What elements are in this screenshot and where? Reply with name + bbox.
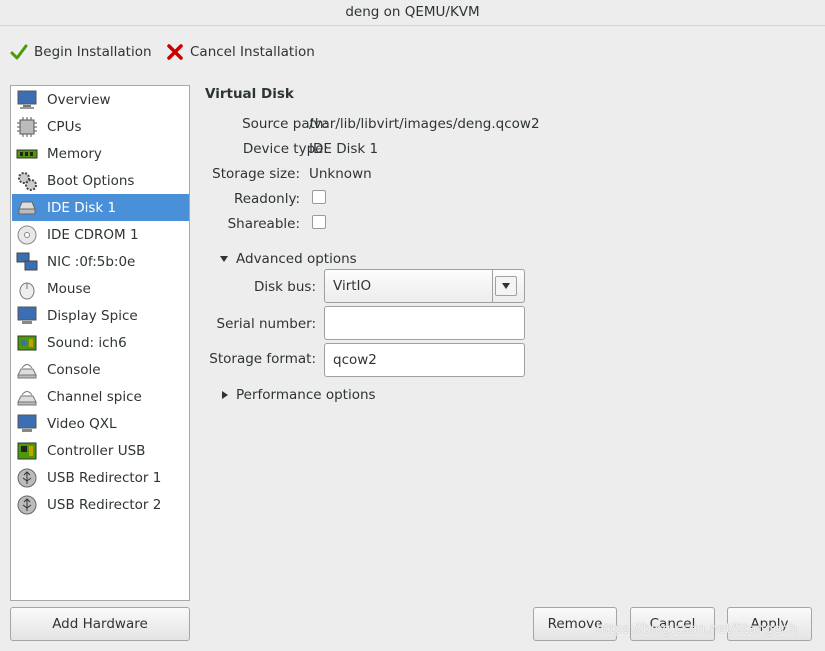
- cdrom-icon: [15, 224, 39, 246]
- mouse-icon: [15, 278, 39, 300]
- controller-icon: [15, 440, 39, 462]
- hardware-item-channel-spice[interactable]: Channel spice: [12, 383, 189, 410]
- hardware-item-label: Mouse: [47, 280, 91, 297]
- begin-installation-label: Begin Installation: [34, 44, 152, 60]
- hardware-item-label: Overview: [47, 91, 111, 108]
- window-title: deng on QEMU/KVM: [0, 0, 825, 26]
- disk-bus-label: Disk bus:: [254, 279, 316, 295]
- watermark: https://blog.csdn.net/Stanger.h: [596, 622, 798, 637]
- hardware-item-label: USB Redirector 1: [47, 469, 162, 486]
- monitor-icon: [15, 89, 39, 111]
- readonly-checkbox[interactable]: [312, 190, 326, 204]
- hardware-item-label: USB Redirector 2: [47, 496, 162, 513]
- add-hardware-button[interactable]: Add Hardware: [10, 607, 190, 641]
- hardware-item-label: Sound: ich6: [47, 334, 127, 351]
- performance-options-expander[interactable]: Performance options: [222, 387, 376, 403]
- serial-number-label: Serial number:: [216, 316, 317, 332]
- readonly-label: Readonly:: [233, 191, 300, 207]
- expander-right-icon: [222, 391, 228, 399]
- toolbar: Begin Installation Cancel Installation: [0, 36, 825, 66]
- hardware-item-video-qxl[interactable]: Video QXL: [12, 410, 189, 437]
- console-icon: [15, 359, 39, 381]
- hardware-item-label: Channel spice: [47, 388, 142, 405]
- begin-installation-button[interactable]: Begin Installation: [10, 40, 152, 64]
- hardware-item-label: Memory: [47, 145, 102, 162]
- network-icon: [15, 251, 39, 273]
- chevron-down-icon[interactable]: [495, 276, 517, 296]
- sound-icon: [15, 332, 39, 354]
- storage-size-label-text: Storage size:: [212, 166, 300, 182]
- device-type-label: Device type:: [242, 141, 328, 157]
- usb-icon: [15, 467, 39, 489]
- hardware-item-controller-usb[interactable]: Controller USB: [12, 437, 189, 464]
- hardware-list: Overview CPUs Memory Boot Options IDE Di…: [10, 85, 190, 601]
- advanced-options-label: Advanced options: [236, 251, 357, 267]
- cpu-icon: [15, 116, 39, 138]
- hardware-item-label: NIC :0f:5b:0e: [47, 253, 136, 270]
- storage-format-field[interactable]: qcow2: [324, 343, 525, 377]
- source-path-label: Source path:: [242, 116, 328, 132]
- shareable-checkbox[interactable]: [312, 215, 326, 229]
- hardware-item-nic[interactable]: NIC :0f:5b:0e: [12, 248, 189, 275]
- combo-separator: [492, 270, 493, 302]
- usb-icon: [15, 494, 39, 516]
- source-path-value: /var/lib/libvirt/images/deng.qcow2: [309, 116, 540, 132]
- hardware-item-label: CPUs: [47, 118, 82, 135]
- hardware-item-label: Video QXL: [47, 415, 117, 432]
- disk-bus-value: VirtIO: [333, 278, 372, 294]
- disk-bus-combo[interactable]: VirtIO: [324, 269, 525, 303]
- expander-down-icon: [220, 256, 228, 262]
- cancel-installation-button[interactable]: Cancel Installation: [166, 40, 315, 64]
- shareable-label: Shareable:: [227, 216, 300, 232]
- hardware-item-usb-redirector-1[interactable]: USB Redirector 1: [12, 464, 189, 491]
- hardware-item-label: Controller USB: [47, 442, 146, 459]
- performance-options-label: Performance options: [236, 387, 376, 403]
- video-icon: [15, 413, 39, 435]
- display-icon: [15, 305, 39, 327]
- disk-icon: [15, 197, 39, 219]
- virtual-disk-title: Virtual Disk: [205, 86, 294, 102]
- hardware-item-overview[interactable]: Overview: [12, 86, 189, 113]
- memory-icon: [15, 143, 39, 165]
- serial-number-field[interactable]: [324, 306, 525, 340]
- cancel-installation-label: Cancel Installation: [190, 44, 315, 60]
- channel-icon: [15, 386, 39, 408]
- storage-size-value: Unknown: [309, 166, 372, 182]
- hardware-item-label: Console: [47, 361, 101, 378]
- checkmark-icon: [10, 44, 28, 60]
- hardware-item-usb-redirector-2[interactable]: USB Redirector 2: [12, 491, 189, 518]
- device-type-value: IDE Disk 1: [309, 141, 379, 157]
- advanced-options-expander[interactable]: Advanced options: [220, 251, 357, 267]
- gears-icon: [15, 170, 39, 192]
- cancel-x-icon: [167, 44, 183, 60]
- storage-format-label: Storage format:: [209, 351, 316, 367]
